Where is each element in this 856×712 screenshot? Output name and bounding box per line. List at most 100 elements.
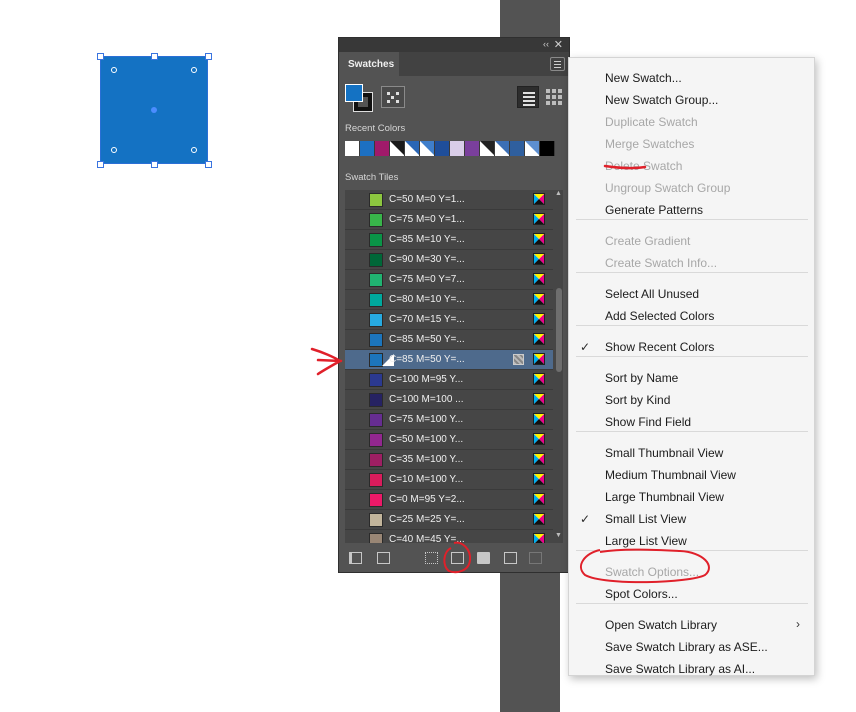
corner-widget[interactable] [191,67,197,73]
tab-swatches[interactable]: Swatches [339,52,399,76]
recent-color-chip[interactable] [465,141,480,156]
cmyk-mode-icon [533,333,545,345]
cmyk-mode-icon [533,473,545,485]
corner-widget[interactable] [111,67,117,73]
recent-color-chip[interactable] [420,141,435,156]
swatch-list-scrollbar[interactable]: ▲ ▼ [555,190,563,543]
menu-item-create-swatch-info[interactable]: Create Swatch Info... [605,256,717,270]
swatch-row[interactable]: C=90 M=30 Y=... [345,250,553,270]
menu-item-new-swatch-group[interactable]: New Swatch Group... [605,93,718,107]
swatch-row[interactable]: C=50 M=0 Y=1... [345,190,553,210]
swatch-row[interactable]: C=100 M=100 ... [345,390,553,410]
menu-item-large-list-view[interactable]: Large List View [605,534,687,548]
selected-shape[interactable] [97,53,212,168]
recent-color-chip[interactable] [525,141,540,156]
menu-item-show-find-field[interactable]: Show Find Field [605,415,691,429]
recent-color-chip[interactable] [450,141,465,156]
menu-item-save-swatch-library-as-ai[interactable]: Save Swatch Library as AI... [605,662,755,676]
thumbnail-view-icon[interactable] [543,86,565,108]
swatch-row[interactable]: C=85 M=10 Y=... [345,230,553,250]
swatch-row[interactable]: C=75 M=0 Y=7... [345,270,553,290]
menu-item-large-thumbnail-view[interactable]: Large Thumbnail View [605,490,724,504]
swatch-row[interactable]: C=70 M=15 Y=... [345,310,553,330]
new-swatch-icon[interactable] [504,552,517,564]
recent-color-chip[interactable] [405,141,420,156]
menu-item-create-gradient[interactable]: Create Gradient [605,234,690,248]
swatch-row[interactable]: C=85 M=50 Y=... [345,350,553,370]
scroll-down-icon[interactable]: ▼ [555,532,562,539]
swatch-row[interactable]: C=100 M=95 Y... [345,370,553,390]
resize-handle-top[interactable] [151,53,158,60]
scroll-up-icon[interactable]: ▲ [555,190,562,197]
menu-item-merge-swatches[interactable]: Merge Swatches [605,137,694,151]
menu-item-add-selected-colors[interactable]: Add Selected Colors [605,309,714,323]
swatch-row[interactable]: C=35 M=100 Y... [345,450,553,470]
panel-tab-bar: Swatches [339,52,569,76]
panel-title-strip[interactable]: ‹‹ ✕ [339,38,569,52]
menu-item-open-swatch-library[interactable]: Open Swatch Library [605,618,717,632]
resize-handle-top-left[interactable] [97,53,104,60]
delete-swatch-icon[interactable] [529,552,542,564]
fill-stroke-indicator[interactable] [345,84,373,112]
recent-color-chip[interactable] [345,141,360,156]
recent-color-chip[interactable] [495,141,510,156]
scroll-thumb[interactable] [556,288,562,372]
menu-item-sort-by-kind[interactable]: Sort by Kind [605,393,670,407]
recent-color-chip[interactable] [375,141,390,156]
recent-color-chip[interactable] [360,141,375,156]
menu-item-sort-by-name[interactable]: Sort by Name [605,371,678,385]
collapse-panel-icon[interactable]: ‹‹ [543,39,549,49]
menu-item-select-all-unused[interactable]: Select All Unused [605,287,699,301]
swatch-color-chip [369,433,383,447]
swatch-name: C=100 M=100 ... [389,394,464,405]
swatch-color-chip [369,233,383,247]
corner-widget[interactable] [191,147,197,153]
swatch-libraries-icon[interactable] [349,552,362,564]
swatch-row[interactable]: C=0 M=95 Y=2... [345,490,553,510]
panel-menu-button[interactable] [550,57,565,71]
swatch-row[interactable]: C=25 M=25 Y=... [345,510,553,530]
menu-item-save-swatch-library-as-ase[interactable]: Save Swatch Library as ASE... [605,640,768,654]
resize-handle-bottom-left[interactable] [97,161,104,168]
swatch-row[interactable]: C=80 M=10 Y=... [345,290,553,310]
swatch-name: C=100 M=95 Y... [389,374,464,385]
recent-color-chip[interactable] [540,141,555,156]
new-color-group-icon[interactable] [477,552,490,564]
swatch-row[interactable]: C=75 M=0 Y=1... [345,210,553,230]
menu-item-generate-patterns[interactable]: Generate Patterns [605,203,703,217]
swatch-row[interactable]: C=50 M=100 Y... [345,430,553,450]
swatch-row[interactable]: C=75 M=100 Y... [345,410,553,430]
menu-item-spot-colors[interactable]: Spot Colors... [605,587,678,601]
recent-color-chip[interactable] [435,141,450,156]
menu-item-medium-thumbnail-view[interactable]: Medium Thumbnail View [605,468,736,482]
swatch-name: C=90 M=30 Y=... [389,254,465,265]
place-swatches-icon[interactable] [377,552,390,564]
swatch-color-chip [369,213,383,227]
recent-color-chip[interactable] [510,141,525,156]
swatch-color-chip [369,513,383,527]
corner-widget[interactable] [111,147,117,153]
menu-item-new-swatch[interactable]: New Swatch... [605,71,682,85]
recent-color-chip[interactable] [480,141,495,156]
show-swatch-kinds-icon[interactable] [381,86,405,108]
swatch-row[interactable]: C=10 M=100 Y... [345,470,553,490]
list-view-icon[interactable] [517,86,539,108]
swatch-options-icon[interactable] [451,552,464,564]
menu-item-delete-swatch[interactable]: Delete Swatch [605,159,682,173]
close-panel-icon[interactable]: ✕ [554,38,563,51]
resize-handle-bottom-right[interactable] [205,161,212,168]
menu-item-show-recent-colors[interactable]: Show Recent Colors [605,340,714,354]
swatch-row[interactable]: C=85 M=50 Y=... [345,330,553,350]
menu-item-small-thumbnail-view[interactable]: Small Thumbnail View [605,446,723,460]
show-swatch-kinds-menu-icon[interactable] [425,552,438,564]
swatch-color-chip [369,273,383,287]
swatch-row[interactable]: C=40 M=45 Y=... [345,530,553,543]
menu-item-small-list-view[interactable]: Small List View [605,512,686,526]
fill-swatch-icon[interactable] [345,84,363,102]
menu-item-ungroup-swatch-group[interactable]: Ungroup Swatch Group [605,181,730,195]
menu-item-swatch-options[interactable]: Swatch Options... [605,565,699,579]
menu-item-duplicate-swatch[interactable]: Duplicate Swatch [605,115,698,129]
resize-handle-top-right[interactable] [205,53,212,60]
resize-handle-bottom[interactable] [151,161,158,168]
recent-color-chip[interactable] [390,141,405,156]
